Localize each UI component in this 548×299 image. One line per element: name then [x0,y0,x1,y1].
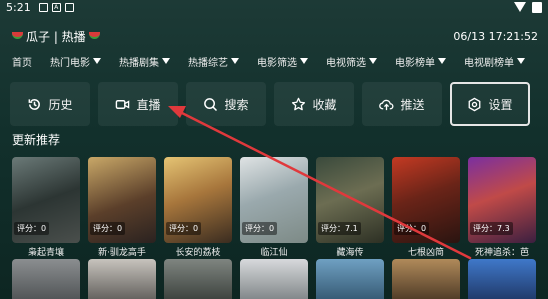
funnel-icon [369,58,377,64]
filter-movie-filter[interactable]: 电影筛选 [257,54,308,69]
app-title: 瓜子 | 热播 [12,28,100,45]
poster-title: 临江仙 [260,248,288,258]
favorite-label: 收藏 [312,97,337,112]
poster-title: 枭起青壤 [27,248,64,258]
poster-title: 死神追杀：芭 [474,248,529,258]
rating-badge: 评分：0 [242,222,278,235]
funnel-icon [300,58,308,64]
rating-badge: 评分：7.1 [318,222,361,235]
upload-cloud-icon [379,99,394,110]
rating-badge: 评分：7.3 [470,222,513,235]
filter-label: 电影筛选 [257,57,297,69]
poster-card[interactable] [240,259,308,299]
filter-label: 首页 [12,57,32,69]
filter-label: 电影榜单 [395,57,435,69]
filter-tv-ranking[interactable]: 电视剧榜单 [464,54,525,69]
battery-icon [532,1,542,13]
funnel-icon [231,58,239,64]
filter-tv-filter[interactable]: 电视筛选 [326,54,377,69]
poster-card[interactable] [12,259,80,299]
app-title-text: 瓜子 | 热播 [26,29,86,44]
funnel-icon [517,58,525,64]
live-label: 直播 [136,97,161,112]
watermelon-icon [12,31,23,39]
status-icons: A [38,2,74,12]
rating-badge: 评分：0 [166,222,202,235]
poster-card[interactable] [316,259,384,299]
poster-card[interactable] [164,259,232,299]
status-bar: 5:21 A [0,0,548,14]
watermelon-icon [88,31,100,39]
status-time: 5:21 [6,0,31,14]
app-header: 瓜子 | 热播 06/13 17:21:52 [12,26,538,46]
history-label: 历史 [48,97,73,112]
poster-card[interactable]: 评分：0 [12,157,80,243]
section-title: 更新推荐 [12,133,61,147]
favorite-button[interactable]: 收藏 [274,82,354,126]
rating-badge: 评分：0 [14,222,50,235]
search-label: 搜索 [224,97,249,112]
settings-hexagon-icon [469,97,481,111]
poster-title: 长安的荔枝 [175,248,221,258]
history-icon [29,98,41,110]
filter-label: 电视筛选 [326,57,366,69]
push-label: 推送 [400,97,425,112]
action-row: 历史 直播 搜索 收藏 推送 设置 [10,82,548,126]
search-icon [204,97,218,111]
notification-icon [38,2,48,12]
star-icon [292,97,306,110]
poster-card[interactable]: 评分：0 [88,157,156,243]
poster-card[interactable] [88,259,156,299]
rating-badge: 评分：0 [90,222,126,235]
poster-card[interactable]: 评分：7.1 [316,157,384,243]
funnel-icon [162,58,170,64]
live-button[interactable]: 直播 [98,82,178,126]
poster-card[interactable] [392,259,460,299]
download-icon [64,2,74,12]
poster-card[interactable] [468,259,536,299]
filter-movie-ranking[interactable]: 电影榜单 [395,54,446,69]
filter-hot-variety[interactable]: 热播综艺 [188,54,239,69]
funnel-icon [93,58,101,64]
rating-badge: 评分：0 [394,222,430,235]
poster-title: 藏海传 [336,248,364,258]
history-button[interactable]: 历史 [10,82,90,126]
filter-label: 热门电影 [50,57,90,69]
search-button[interactable]: 搜索 [186,82,266,126]
push-button[interactable]: 推送 [362,82,442,126]
app-a-icon: A [51,2,61,12]
filter-label: 热播剧集 [119,57,159,69]
poster-card[interactable]: 评分：0 [392,157,460,243]
clock: 06/13 17:21:52 [453,29,538,43]
filter-label: 热播综艺 [188,57,228,69]
filter-home[interactable]: 首页 [12,54,32,69]
filter-label: 电视剧榜单 [464,57,514,69]
poster-card[interactable]: 评分：0 [240,157,308,243]
settings-label: 设置 [488,97,513,112]
poster-title: 新·驯龙高手 [98,248,146,258]
funnel-icon [438,58,446,64]
filter-hot-series[interactable]: 热播剧集 [119,54,170,69]
wifi-icon [514,2,526,12]
poster-card[interactable]: 评分：7.3 [468,157,536,243]
poster-title: 七根凶简 [407,248,444,258]
second-row-posters [12,259,548,299]
category-filter-bar: 首页 热门电影 热播剧集 热播综艺 电影筛选 电视筛选 电影榜单 电视剧榜单 [12,52,548,70]
settings-button[interactable]: 设置 [450,82,530,126]
video-camera-icon [116,99,130,109]
filter-hot-movies[interactable]: 热门电影 [50,54,101,69]
poster-card[interactable]: 评分：0 [164,157,232,243]
